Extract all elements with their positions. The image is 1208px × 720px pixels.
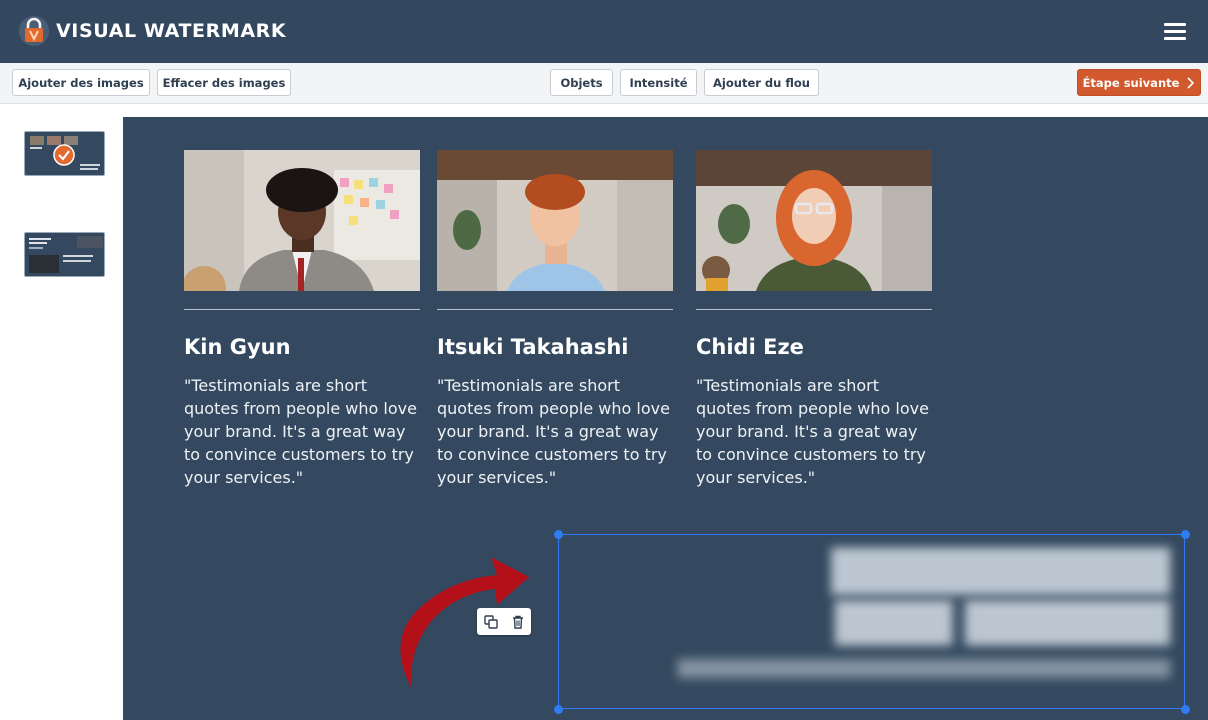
blurred-text: ███████████ — [831, 549, 1170, 595]
resize-handle-top-right[interactable] — [1181, 530, 1190, 539]
next-step-button[interactable]: Étape suivante — [1077, 69, 1201, 96]
testimonial-quote: "Testimonials are short quotes from peop… — [696, 376, 929, 487]
divider — [437, 309, 673, 310]
blur-selection-box[interactable]: ███████████ ████ ███████ ███████████████… — [558, 534, 1185, 709]
padlock-logo-icon — [19, 16, 49, 46]
resize-handle-bottom-right[interactable] — [1181, 705, 1190, 714]
duplicate-icon[interactable] — [481, 612, 501, 632]
hamburger-menu-icon[interactable] — [1162, 21, 1188, 43]
thumbnail-preview — [29, 236, 103, 273]
person-photo — [696, 150, 932, 291]
person-name: Chidi Eze — [696, 335, 804, 359]
app-title: VISUAL WATERMARK — [56, 20, 287, 42]
image-canvas[interactable]: Kin Gyun "Testimonials are short quotes … — [123, 117, 1208, 720]
divider — [184, 309, 420, 310]
add-blur-button[interactable]: Ajouter du flou — [704, 69, 819, 96]
person-photo — [184, 150, 420, 291]
app-header: VISUAL WATERMARK — [0, 0, 1208, 63]
person-photo — [437, 150, 673, 291]
next-step-label: Étape suivante — [1082, 75, 1180, 90]
check-circle-icon — [53, 144, 75, 166]
clear-images-button[interactable]: Effacer des images — [157, 69, 291, 96]
blurred-text: ████████████████████████████████████████ — [677, 659, 1170, 678]
add-images-button[interactable]: Ajouter des images — [12, 69, 150, 96]
objects-button[interactable]: Objets — [550, 69, 613, 96]
thumbnail-1[interactable] — [24, 131, 105, 176]
chevron-right-icon — [1187, 76, 1195, 89]
toolbar: Ajouter des images Effacer des images Ob… — [0, 63, 1208, 104]
intensity-button[interactable]: Intensité — [620, 69, 697, 96]
trash-icon[interactable] — [508, 612, 528, 632]
resize-handle-bottom-left[interactable] — [554, 705, 563, 714]
thumbnail-2[interactable] — [24, 232, 105, 277]
testimonial-quote: "Testimonials are short quotes from peop… — [184, 376, 417, 487]
person-name: Itsuki Takahashi — [437, 335, 629, 359]
resize-handle-top-left[interactable] — [554, 530, 563, 539]
thumbnail-sidebar — [0, 104, 123, 720]
testimonial-quote: "Testimonials are short quotes from peop… — [437, 376, 670, 487]
blurred-text: ████ ███████ — [835, 601, 1170, 645]
object-action-toolbar — [477, 608, 531, 635]
divider — [696, 309, 932, 310]
person-name: Kin Gyun — [184, 335, 291, 359]
